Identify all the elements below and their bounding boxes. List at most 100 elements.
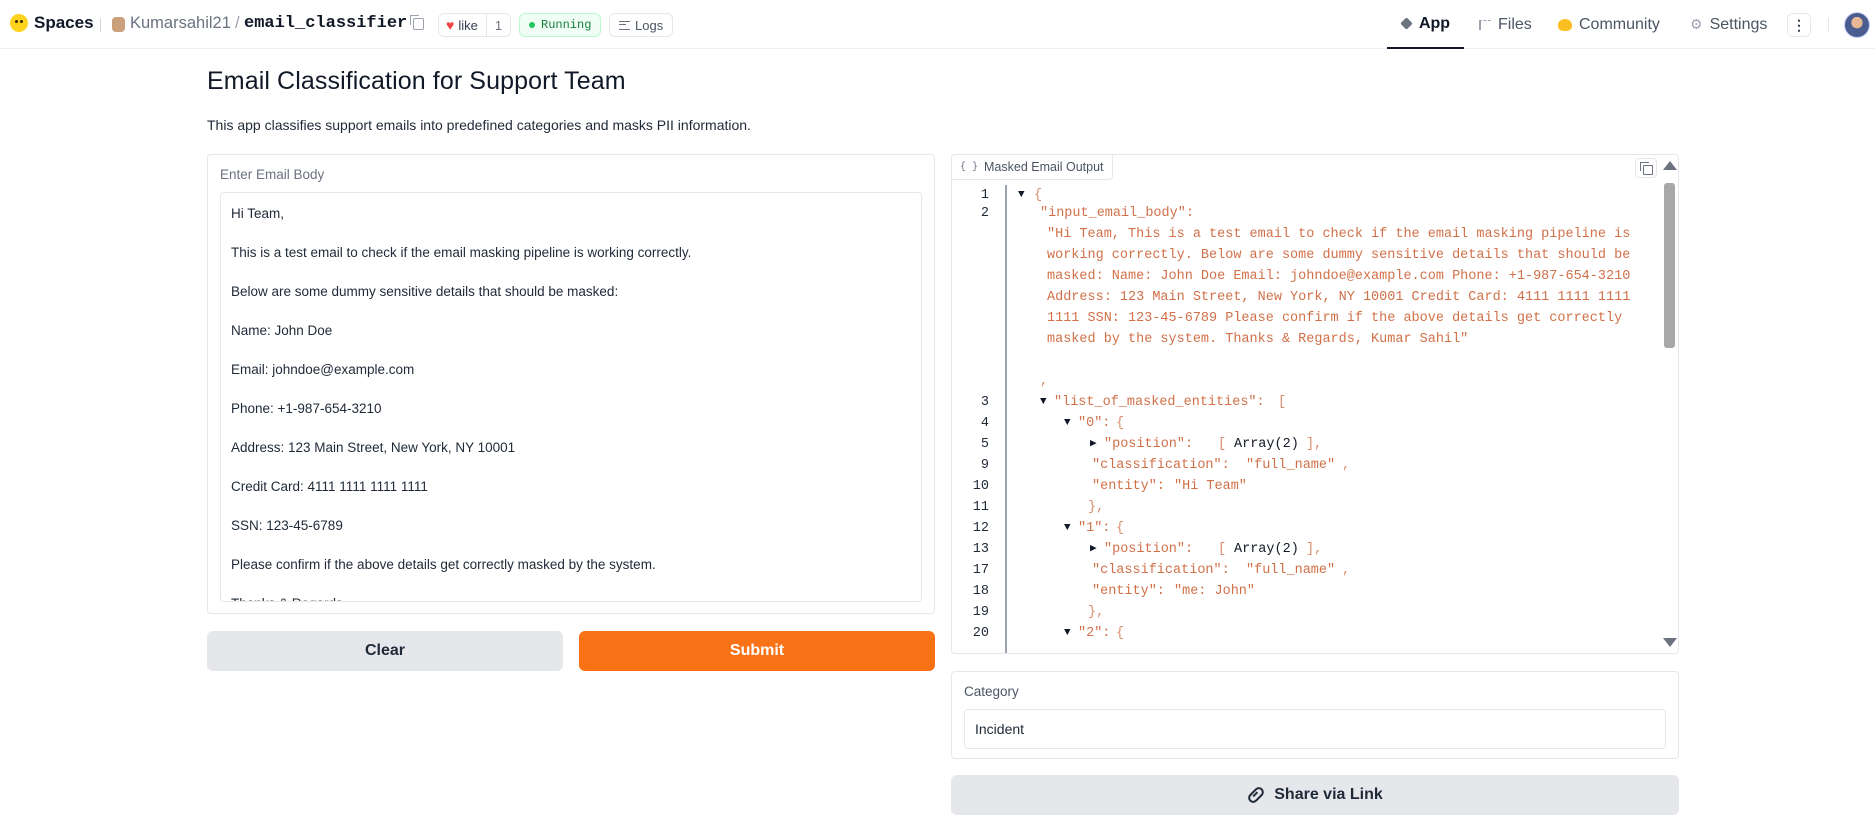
output-label-text: Masked Email Output (984, 160, 1104, 174)
json-line: 9 "classification": "full_name" , (952, 455, 1652, 476)
line-number: 18 (972, 584, 989, 599)
json-string-value: "full_name" (1246, 563, 1336, 578)
tab-settings[interactable]: ⚙ Settings (1690, 0, 1767, 49)
submit-button[interactable]: Submit (579, 631, 935, 671)
tab-app[interactable]: App (1387, 0, 1464, 49)
scroll-up-arrow-icon[interactable] (1663, 161, 1677, 170)
more-menu-button[interactable]: ⋮ (1787, 13, 1811, 37)
line-number: 10 (972, 479, 989, 494)
json-brace: { (1116, 521, 1125, 536)
line-number: 17 (972, 563, 989, 578)
like-button[interactable]: ♥ like 1 (438, 13, 512, 37)
category-label: Category (964, 684, 1019, 699)
user-avatar[interactable] (1844, 12, 1870, 38)
status-text: Running (541, 18, 592, 32)
top-navigation: Spaces Kumarsahil21 / email_classifier ♥… (0, 0, 1875, 49)
email-line: This is a test email to check if the ema… (231, 245, 692, 260)
json-key: "2": (1078, 626, 1111, 641)
line-number: 13 (972, 542, 989, 557)
divider (1828, 18, 1829, 32)
clear-button[interactable]: Clear (207, 631, 563, 671)
collapse-toggle-icon[interactable]: ▼ (1064, 518, 1071, 539)
output-label: { } Masked Email Output (952, 155, 1113, 180)
spaces-link[interactable]: Spaces (10, 13, 94, 33)
category-panel: Category Incident (951, 671, 1679, 759)
json-key: "entity": (1092, 479, 1165, 494)
status-badge: Running (519, 13, 602, 37)
tab-community[interactable]: Community (1558, 0, 1660, 49)
json-string-value: "Hi Team, This is a test email to check … (1047, 227, 1631, 347)
category-output-field[interactable]: Incident (964, 709, 1666, 749)
like-label: like (458, 17, 478, 33)
copy-json-button[interactable] (1635, 158, 1657, 178)
json-key: "position": (1104, 437, 1194, 452)
email-line: Credit Card: 4111 1111 1111 1111 (231, 479, 428, 494)
like-count: 1 (485, 14, 510, 36)
json-bracket: ], (1306, 542, 1323, 557)
email-line: Below are some dummy sensitive details t… (231, 284, 619, 299)
json-array-summary[interactable]: Array(2) (1234, 539, 1299, 560)
email-body-textarea[interactable]: Hi Team, This is a test email to check i… (220, 192, 922, 602)
line-number: 5 (980, 437, 989, 452)
cube-icon (1400, 17, 1413, 30)
collapse-toggle-icon[interactable]: ▼ (1064, 413, 1071, 434)
copy-icon[interactable] (410, 15, 424, 30)
json-line: 10 "entity": "Hi Team" (952, 476, 1652, 497)
status-dot-icon (529, 22, 535, 28)
json-string-value: "me: John" (1174, 584, 1256, 599)
divider (100, 18, 103, 32)
share-via-link-button[interactable]: Share via Link (951, 775, 1679, 815)
json-line: 18 "entity": "me: John" (952, 581, 1652, 602)
json-bracket: [ (1278, 395, 1287, 410)
expand-toggle-icon[interactable]: ▶ (1090, 539, 1097, 560)
json-array-summary[interactable]: Array(2) (1234, 434, 1299, 455)
scrollbar[interactable] (1664, 183, 1675, 348)
owner-link[interactable]: Kumarsahil21 (130, 14, 231, 33)
json-key: "input_email_body": (1040, 206, 1194, 221)
json-icon: { } (960, 161, 979, 173)
json-string-value: "full_name" (1246, 458, 1336, 473)
json-line: 17 "classification": "full_name" , (952, 560, 1652, 581)
tab-files-label: Files (1498, 15, 1532, 33)
heart-icon: ♥ (446, 17, 455, 33)
json-brace: }, (1088, 500, 1105, 515)
json-brace: }, (1088, 605, 1105, 620)
collapse-toggle-icon[interactable]: ▼ (1064, 623, 1071, 644)
json-line: 3 ▼ "list_of_masked_entities": [ (952, 392, 1652, 413)
page-description: This app classifies support emails into … (207, 117, 751, 133)
json-line: 11 }, (952, 497, 1652, 518)
json-comma: , (1342, 458, 1351, 473)
logs-button[interactable]: Logs (609, 13, 674, 37)
json-viewer: 1 ▼ { 2 "input_email_body": "Hi Team, Th… (952, 185, 1657, 653)
scroll-down-arrow-icon[interactable] (1663, 638, 1677, 647)
line-number: 11 (972, 500, 989, 515)
expand-toggle-icon[interactable]: ▶ (1090, 434, 1097, 455)
link-icon (1246, 785, 1267, 805)
logs-label: Logs (635, 17, 664, 33)
huggingface-logo-icon (10, 14, 28, 32)
json-key: "list_of_masked_entities": (1054, 395, 1265, 410)
collapse-toggle-icon[interactable]: ▼ (1040, 392, 1047, 413)
line-number: 20 (972, 626, 989, 641)
line-number: 4 (980, 416, 989, 431)
email-input-panel: Enter Email Body Hi Team, This is a test… (207, 154, 935, 614)
email-line: Name: John Doe (231, 323, 333, 338)
email-input-label: Enter Email Body (220, 167, 325, 182)
line-number: 3 (980, 395, 989, 410)
email-line: Thanks & Regards, (231, 594, 911, 601)
files-icon (1479, 19, 1491, 30)
json-key: "1": (1078, 521, 1111, 536)
json-bracket: [ (1218, 542, 1227, 557)
json-brace: { (1116, 416, 1125, 431)
email-line: SSN: 123-45-6789 (231, 518, 343, 533)
repo-name[interactable]: email_classifier (244, 14, 407, 33)
json-bracket: [ (1218, 437, 1227, 452)
json-comma: , (1040, 374, 1049, 389)
email-line: Address: 123 Main Street, New York, NY 1… (231, 440, 516, 455)
line-number: 12 (972, 521, 989, 536)
json-bracket: ], (1306, 437, 1323, 452)
tab-files[interactable]: Files (1479, 0, 1532, 49)
email-line: Hi Team, (231, 206, 285, 221)
json-key: "entity": (1092, 584, 1165, 599)
tab-app-label: App (1418, 14, 1451, 32)
